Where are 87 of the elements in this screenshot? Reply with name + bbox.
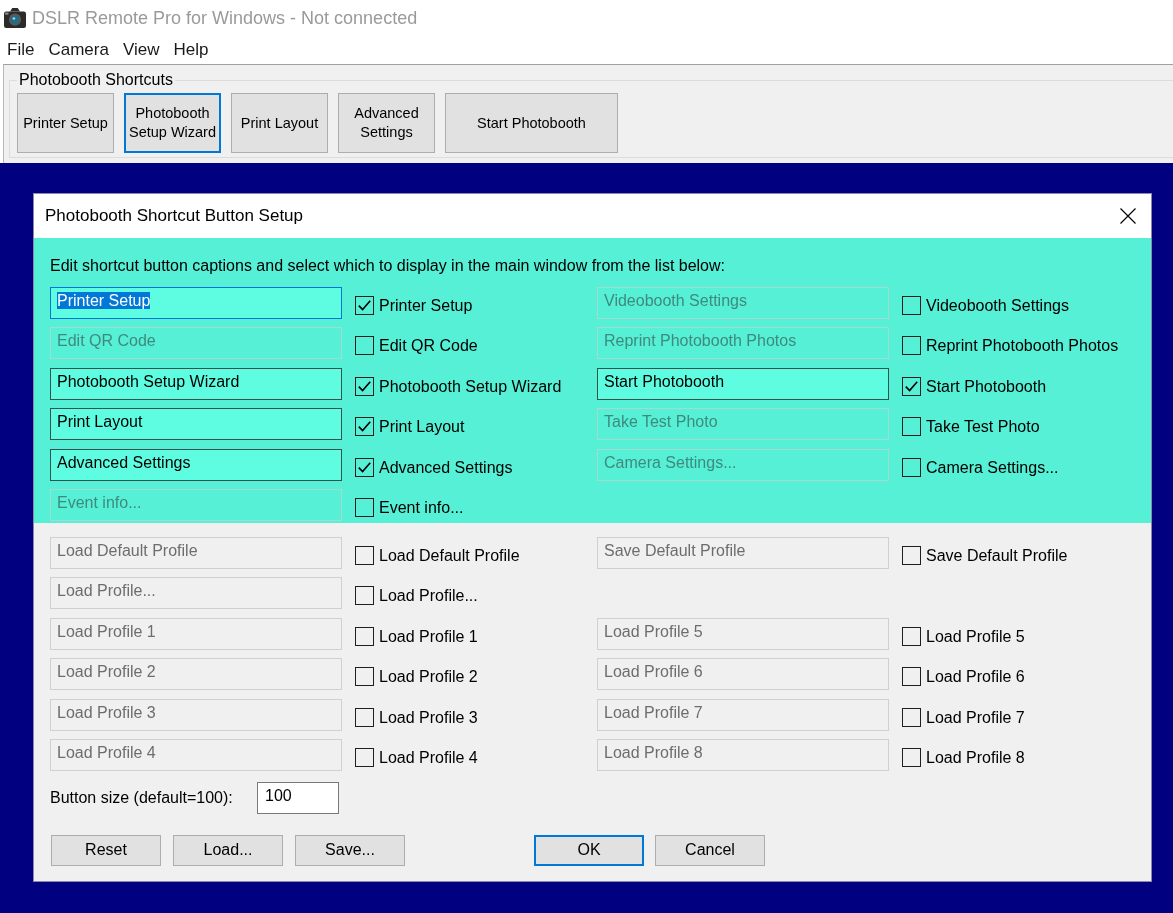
caption-field[interactable]: Load Profile 8 <box>597 738 889 771</box>
checkbox-label[interactable]: Take Test Photo <box>926 417 1040 437</box>
field-label: Button size (default=100): <box>50 788 234 807</box>
checkbox[interactable] <box>902 707 921 727</box>
menu-item[interactable]: Help <box>166 38 216 62</box>
caption-field[interactable]: Load Profile 4 <box>50 738 342 771</box>
checkmark-icon <box>358 300 371 311</box>
checkmark-icon <box>905 380 918 392</box>
caption-field[interactable]: Load Profile 6 <box>597 658 889 691</box>
checkbox[interactable] <box>355 417 374 437</box>
checkbox-label[interactable]: Save Default Profile <box>926 545 1068 565</box>
checkbox[interactable] <box>355 497 374 517</box>
checkbox[interactable] <box>355 747 374 767</box>
checkbox-label[interactable]: Reprint Photobooth Photos <box>926 336 1119 356</box>
menu-item[interactable]: File <box>0 38 42 62</box>
caption-field[interactable]: Load Profile 1 <box>50 617 342 650</box>
dialog-button[interactable]: Load... <box>173 834 283 866</box>
checkbox-label[interactable]: Load Default Profile <box>379 545 520 565</box>
checkbox[interactable] <box>902 667 921 687</box>
checkbox[interactable] <box>355 545 374 565</box>
caption-field[interactable]: Printer Setup <box>50 287 342 319</box>
checkbox-label[interactable]: Load Profile 4 <box>379 747 478 767</box>
checkbox[interactable] <box>902 296 921 315</box>
button-size-field[interactable]: 100 <box>257 781 339 814</box>
checkbox-label[interactable]: Event info... <box>379 497 464 517</box>
checkbox-label[interactable]: Print Layout <box>379 417 465 437</box>
caption-field[interactable]: Print Layout <box>50 408 342 441</box>
shortcut-button[interactable]: Printer Setup <box>17 93 114 153</box>
checkbox[interactable] <box>355 667 374 687</box>
checkmark-icon <box>358 380 371 392</box>
checkbox[interactable] <box>902 417 921 437</box>
checkbox-label[interactable]: Load Profile 5 <box>926 626 1025 646</box>
caption-field[interactable]: Load Profile 2 <box>50 658 342 691</box>
instruction-text: Edit shortcut button captions and select which to display in the main window from the list below: <box>50 257 726 275</box>
dialog-button[interactable]: Cancel <box>655 834 765 866</box>
caption-field[interactable]: Start Photobooth <box>597 367 889 400</box>
caption-field[interactable]: Photobooth Setup Wizard <box>50 367 342 400</box>
checkbox-label[interactable]: Start Photobooth <box>926 376 1047 396</box>
window-title: DSLR Remote Pro for Windows - Not connected <box>32 7 418 29</box>
checkbox-label[interactable]: Advanced Settings <box>379 457 513 477</box>
checkbox-label[interactable]: Photobooth Setup Wizard <box>379 376 562 396</box>
checkbox[interactable] <box>355 296 374 315</box>
shortcut-button[interactable]: Start Photobooth <box>445 93 618 153</box>
checkbox[interactable] <box>355 376 374 396</box>
checkbox-label[interactable]: Printer Setup <box>379 296 473 315</box>
menu-item[interactable]: Camera <box>41 38 116 62</box>
checkbox-label[interactable]: Load Profile 6 <box>926 667 1025 687</box>
checkbox-label[interactable]: Camera Settings... <box>926 457 1059 477</box>
checkbox-label[interactable]: Load Profile 8 <box>926 747 1025 767</box>
checkbox-label[interactable]: Load Profile 2 <box>379 667 478 687</box>
caption-field[interactable]: Load Profile 7 <box>597 698 889 731</box>
checkbox[interactable] <box>902 376 921 396</box>
checkbox[interactable] <box>355 457 374 477</box>
checkbox[interactable] <box>355 707 374 727</box>
dialog-button[interactable]: Save... <box>295 834 405 866</box>
group-title: Photobooth Shortcuts <box>18 71 174 89</box>
checkbox-label[interactable]: Load Profile... <box>379 586 478 606</box>
dialog-button[interactable]: Reset <box>51 834 161 866</box>
caption-field[interactable]: Load Profile... <box>50 577 342 610</box>
checkbox-label[interactable]: Edit QR Code <box>379 336 478 356</box>
checkbox[interactable] <box>902 626 921 646</box>
checkbox-label[interactable]: Load Profile 7 <box>926 707 1025 727</box>
shortcut-button[interactable]: Photobooth Setup Wizard <box>124 93 221 153</box>
checkbox[interactable] <box>902 336 921 356</box>
caption-field[interactable]: Load Profile 5 <box>597 617 889 650</box>
checkbox[interactable] <box>902 457 921 477</box>
caption-field[interactable]: Load Profile 3 <box>50 698 342 731</box>
checkmark-icon <box>358 421 371 433</box>
checkbox[interactable] <box>902 747 921 767</box>
camera-icon <box>4 7 26 29</box>
checkbox[interactable] <box>355 586 374 606</box>
caption-field[interactable]: Load Default Profile <box>50 536 342 569</box>
shortcut-button[interactable]: Print Layout <box>231 93 328 153</box>
close-icon <box>1120 208 1136 224</box>
checkbox[interactable] <box>355 626 374 646</box>
caption-field[interactable]: Save Default Profile <box>597 536 889 569</box>
shortcut-button[interactable]: Advanced Settings <box>338 93 435 153</box>
checkmark-icon <box>358 461 371 473</box>
checkbox[interactable] <box>355 336 374 356</box>
checkbox[interactable] <box>902 545 921 565</box>
caption-field[interactable]: Advanced Settings <box>50 448 342 481</box>
dialog-title: Photobooth Shortcut Button Setup <box>45 206 304 226</box>
menu-item[interactable]: View <box>115 38 167 62</box>
checkbox-label[interactable]: Load Profile 3 <box>379 707 478 727</box>
checkbox-label[interactable]: Videobooth Settings <box>926 296 1069 315</box>
dialog-button[interactable]: OK <box>534 834 644 866</box>
checkbox-label[interactable]: Load Profile 1 <box>379 626 478 646</box>
